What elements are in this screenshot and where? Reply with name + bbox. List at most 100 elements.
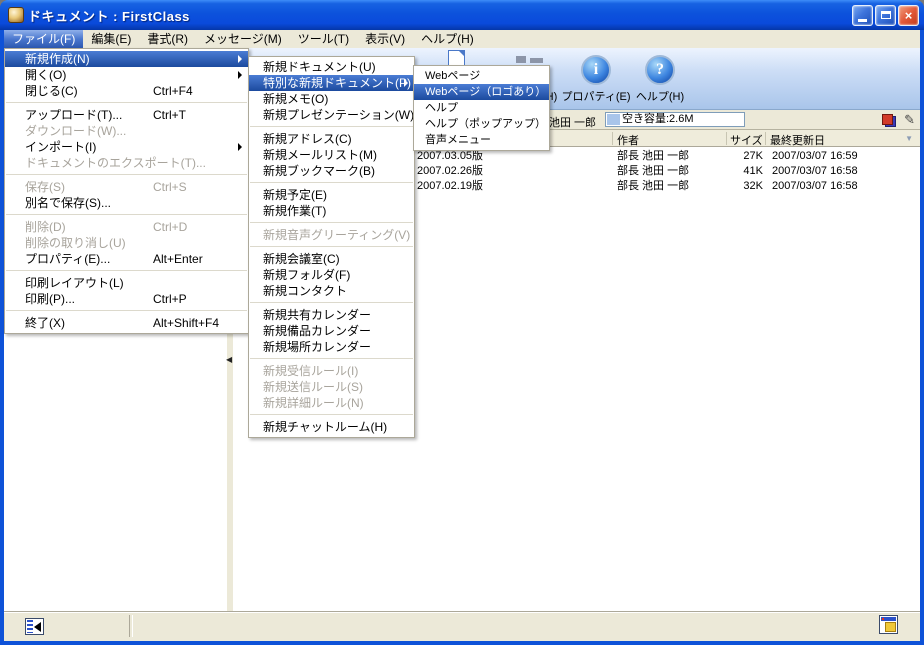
- menu-item-new-shared-calendar[interactable]: 新規共有カレンダー: [249, 307, 414, 323]
- free-space-label: 空き容量:2.6M: [622, 113, 694, 126]
- maximize-button[interactable]: [875, 5, 896, 26]
- menu-item-new-bookmark[interactable]: 新規ブックマーク(B): [249, 163, 414, 179]
- menu-file[interactable]: ファイル(F): [4, 30, 83, 48]
- column-divider[interactable]: [726, 132, 727, 145]
- menu-separator: [6, 102, 247, 103]
- menu-item-close[interactable]: 閉じる(C)Ctrl+F4: [5, 83, 248, 99]
- collapse-pane-icon[interactable]: ◀: [226, 356, 232, 364]
- menu-item-new-folder[interactable]: 新規フォルダ(F): [249, 267, 414, 283]
- menu-item-new-task[interactable]: 新規作業(T): [249, 203, 414, 219]
- menu-item-delete: 削除(D)Ctrl+D: [5, 219, 248, 235]
- menu-item-new-mail-list[interactable]: 新規メールリスト(M): [249, 147, 414, 163]
- menu-item-new-send-rule: 新規送信ルール(S): [249, 379, 414, 395]
- layout-toggle-icon[interactable]: [879, 615, 898, 634]
- menu-item-new[interactable]: 新規作成(N): [5, 51, 248, 67]
- doc-modified: 2007/03/07 16:58: [772, 164, 858, 179]
- menu-item-help-doc[interactable]: ヘルプ: [414, 100, 549, 116]
- info-icon: i: [581, 55, 611, 85]
- window-title: ドキュメント : FirstClass: [28, 6, 190, 25]
- doc-name: 2007.02.19版: [417, 179, 483, 194]
- menu-item-voice-menu[interactable]: 音声メニュー: [414, 132, 549, 148]
- menu-item-new-detail-rule: 新規詳細ルール(N): [249, 395, 414, 411]
- status-bar: [4, 611, 920, 641]
- window-controls: ×: [850, 5, 919, 26]
- menu-item-new-chat-room[interactable]: 新規チャットルーム(H): [249, 419, 414, 435]
- menu-bar: ファイル(F) 編集(E) 書式(R) メッセージ(M) ツール(T) 表示(V…: [4, 30, 920, 48]
- menu-item-open[interactable]: 開く(O): [5, 67, 248, 83]
- menu-separator: [250, 246, 413, 247]
- menu-help[interactable]: ヘルプ(H): [413, 30, 482, 48]
- menu-separator: [250, 182, 413, 183]
- minimize-button[interactable]: [852, 5, 873, 26]
- menu-item-print[interactable]: 印刷(P)...Ctrl+P: [5, 291, 248, 307]
- doc-modified: 2007/03/07 16:59: [772, 149, 858, 164]
- doc-modified: 2007/03/07 16:58: [772, 179, 858, 194]
- special-document-submenu: Webページ Webページ（ロゴあり） ヘルプ ヘルプ（ポップアップ） 音声メニ…: [413, 65, 550, 151]
- column-header-author[interactable]: 作者: [617, 132, 639, 148]
- menu-item-web-page-with-logo[interactable]: Webページ（ロゴあり）: [414, 84, 549, 100]
- help-button[interactable]: ? ヘルプ(H): [624, 55, 696, 104]
- statusbar-divider: [129, 615, 133, 637]
- menu-edit[interactable]: 編集(E): [83, 30, 139, 48]
- menu-separator: [6, 214, 247, 215]
- submenu-arrow-icon: [404, 79, 408, 87]
- column-header-modified[interactable]: 最終更新日: [770, 132, 825, 148]
- menu-item-download: ダウンロード(W)...: [5, 123, 248, 139]
- doc-size: 32K: [711, 179, 763, 194]
- menu-separator: [250, 126, 413, 127]
- menu-item-exit[interactable]: 終了(X)Alt+Shift+F4: [5, 315, 248, 331]
- submenu-arrow-icon: [238, 71, 242, 79]
- menu-item-new-event[interactable]: 新規予定(E): [249, 187, 414, 203]
- menu-item-new-presentation[interactable]: 新規プレゼンテーション(W): [249, 107, 414, 123]
- doc-author: 部長 池田 一郎: [617, 179, 689, 194]
- edit-pencil-icon[interactable]: ✎: [904, 112, 915, 128]
- menu-item-new-location-calendar[interactable]: 新規場所カレンダー: [249, 339, 414, 355]
- menu-item-help-popup[interactable]: ヘルプ（ポップアップ）: [414, 116, 549, 132]
- menu-item-print-layout[interactable]: 印刷レイアウト(L): [5, 275, 248, 291]
- app-window: ドキュメント : FirstClass × ファイル(F) 編集(E) 書式(R…: [0, 0, 924, 645]
- menu-item-web-page[interactable]: Webページ: [414, 68, 549, 84]
- menu-item-new-resource-calendar[interactable]: 新規備品カレンダー: [249, 323, 414, 339]
- menu-item-new-voice-greeting: 新規音声グリーティング(V): [249, 227, 414, 243]
- menu-item-new-memo[interactable]: 新規メモ(O): [249, 91, 414, 107]
- submenu-arrow-icon: [238, 143, 242, 151]
- menu-separator: [6, 174, 247, 175]
- menu-separator: [6, 270, 247, 271]
- submenu-arrow-icon: [238, 55, 242, 63]
- menu-message[interactable]: メッセージ(M): [196, 30, 290, 48]
- view-toggle-icon[interactable]: [25, 618, 44, 635]
- doc-author: 部長 池田 一郎: [617, 149, 689, 164]
- menu-item-undelete: 削除の取り消し(U): [5, 235, 248, 251]
- menu-tools[interactable]: ツール(T): [290, 30, 357, 48]
- layers-icon[interactable]: [882, 114, 896, 127]
- menu-item-import[interactable]: インポート(I): [5, 139, 248, 155]
- menu-item-new-document[interactable]: 新規ドキュメント(U): [249, 59, 414, 75]
- menu-item-upload[interactable]: アップロード(T)...Ctrl+T: [5, 107, 248, 123]
- menu-item-save-as[interactable]: 別名で保存(S)...: [5, 195, 248, 211]
- doc-author: 部長 池田 一郎: [617, 164, 689, 179]
- column-divider[interactable]: [765, 132, 766, 145]
- menu-item-new-address[interactable]: 新規アドレス(C): [249, 131, 414, 147]
- title-bar: ドキュメント : FirstClass ×: [0, 0, 924, 30]
- column-header-size[interactable]: サイズ: [730, 132, 763, 148]
- app-icon: [8, 7, 24, 23]
- menu-item-special-new-document[interactable]: 特別な新規ドキュメント(P): [249, 75, 414, 91]
- menu-item-new-receive-rule: 新規受信ルール(I): [249, 363, 414, 379]
- free-space-chip: [607, 114, 620, 125]
- menu-item-new-contact[interactable]: 新規コンタクト: [249, 283, 414, 299]
- menu-item-properties[interactable]: プロパティ(E)...Alt+Enter: [5, 251, 248, 267]
- menu-view[interactable]: 表示(V): [357, 30, 413, 48]
- menu-format[interactable]: 書式(R): [139, 30, 196, 48]
- help-label: ヘルプ(H): [624, 88, 696, 104]
- free-space-field: 空き容量:2.6M: [605, 112, 745, 127]
- column-divider[interactable]: [612, 132, 613, 145]
- user-name: 池田 一郎: [549, 114, 596, 130]
- close-button[interactable]: ×: [898, 5, 919, 26]
- sort-arrow-icon[interactable]: ▼: [905, 134, 913, 143]
- question-icon: ?: [645, 55, 675, 85]
- doc-name: 2007.03.05版: [417, 149, 483, 164]
- menu-item-new-conference[interactable]: 新規会議室(C): [249, 251, 414, 267]
- doc-size: 27K: [711, 149, 763, 164]
- menu-item-export: ドキュメントのエクスポート(T)...: [5, 155, 248, 171]
- doc-size: 41K: [711, 164, 763, 179]
